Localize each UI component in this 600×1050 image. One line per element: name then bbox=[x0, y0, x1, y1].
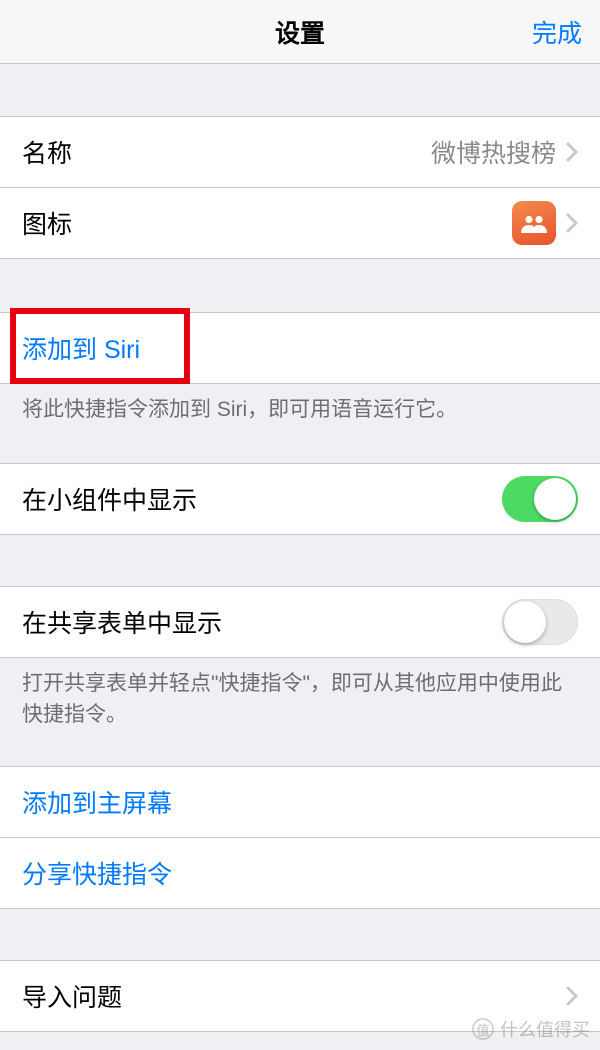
header: 设置 完成 bbox=[0, 0, 600, 64]
widget-label: 在小组件中显示 bbox=[22, 481, 197, 517]
share-shortcut-row[interactable]: 分享快捷指令 bbox=[0, 837, 600, 909]
watermark-text: 什么值得买 bbox=[500, 1016, 590, 1042]
spacer bbox=[0, 449, 600, 463]
icon-value bbox=[512, 201, 578, 245]
add-to-home-row[interactable]: 添加到主屏幕 bbox=[0, 766, 600, 838]
add-to-home-label: 添加到主屏幕 bbox=[22, 784, 172, 820]
spacer bbox=[0, 64, 600, 116]
share-shortcut-label: 分享快捷指令 bbox=[22, 855, 172, 891]
add-to-siri-label: 添加到 Siri bbox=[22, 330, 140, 366]
spacer bbox=[0, 534, 600, 586]
spacer bbox=[0, 908, 600, 960]
chevron-right-icon bbox=[566, 986, 578, 1006]
chevron-right-icon bbox=[566, 213, 578, 233]
icon-row[interactable]: 图标 bbox=[0, 187, 600, 259]
siri-footer: 将此快捷指令添加到 Siri，即可用语音运行它。 bbox=[0, 383, 600, 449]
watermark-icon: 值 bbox=[472, 1018, 494, 1040]
toggle-knob bbox=[504, 601, 546, 643]
icon-label: 图标 bbox=[22, 205, 72, 241]
page-title: 设置 bbox=[275, 14, 325, 50]
spacer bbox=[0, 754, 600, 766]
share-sheet-label: 在共享表单中显示 bbox=[22, 604, 222, 640]
name-value-text: 微博热搜榜 bbox=[431, 134, 556, 170]
share-sheet-footer: 打开共享表单并轻点"快捷指令"，即可从其他应用中使用此快捷指令。 bbox=[0, 657, 600, 754]
show-in-widget-row[interactable]: 在小组件中显示 bbox=[0, 463, 600, 535]
people-icon bbox=[512, 201, 556, 245]
name-row[interactable]: 名称 微博热搜榜 bbox=[0, 116, 600, 188]
chevron-right-icon bbox=[566, 142, 578, 162]
done-button[interactable]: 完成 bbox=[532, 14, 582, 50]
widget-toggle[interactable] bbox=[502, 476, 578, 522]
name-label: 名称 bbox=[22, 134, 72, 170]
import-questions-label: 导入问题 bbox=[22, 978, 122, 1014]
share-sheet-toggle[interactable] bbox=[502, 599, 578, 645]
watermark: 值 什么值得买 bbox=[472, 1016, 590, 1042]
add-to-siri-row[interactable]: 添加到 Siri bbox=[0, 312, 600, 384]
spacer bbox=[0, 258, 600, 312]
toggle-knob bbox=[534, 478, 576, 520]
name-value: 微博热搜榜 bbox=[431, 134, 578, 170]
show-in-share-sheet-row[interactable]: 在共享表单中显示 bbox=[0, 586, 600, 658]
